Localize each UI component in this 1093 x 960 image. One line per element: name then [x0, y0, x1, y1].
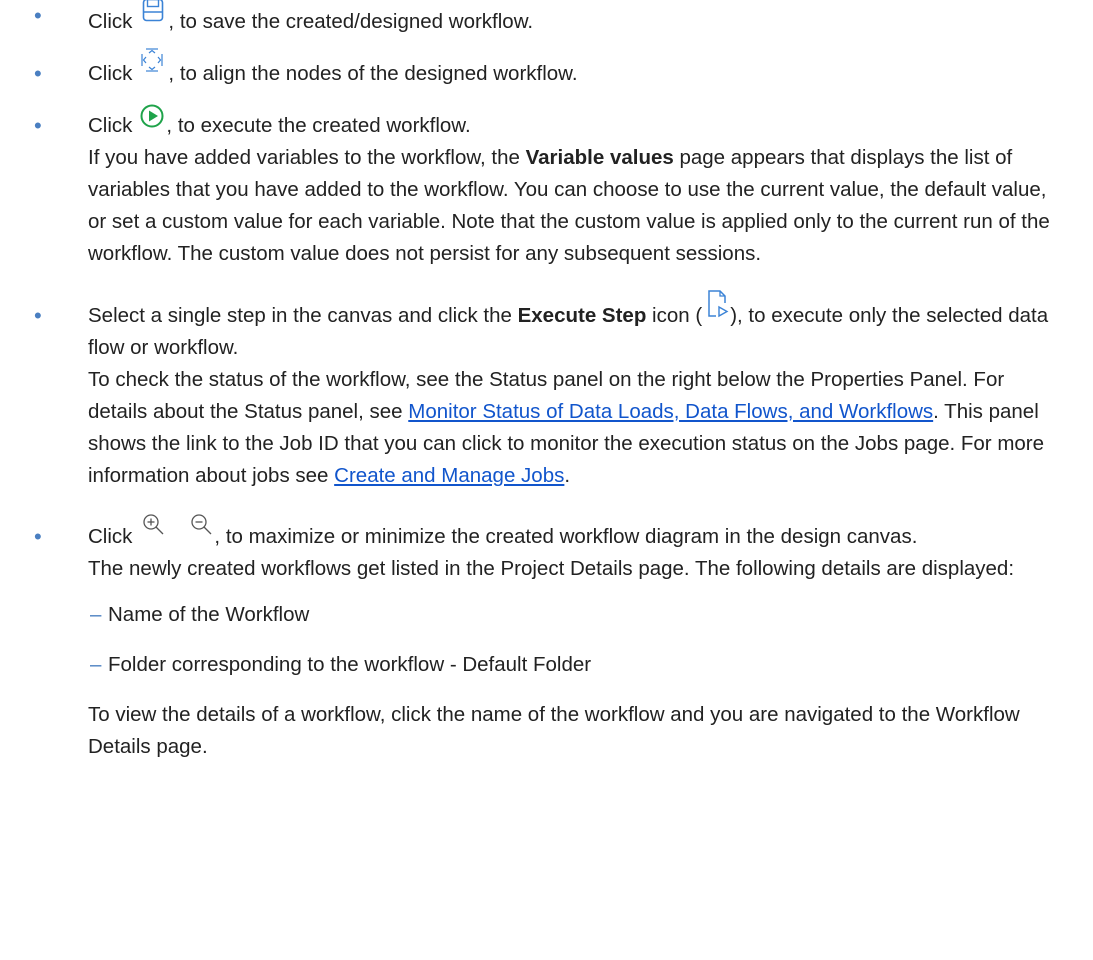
save-icon [142, 0, 164, 22]
sub-list: – Name of the Workflow – Folder correspo… [0, 599, 1093, 681]
bullet: • [34, 303, 42, 328]
list-item-execute-step: • Select a single step in the canvas and… [0, 289, 1093, 492]
execute-icon [140, 104, 164, 128]
list-item-zoom: • Click , to maximize or minimize the cr… [0, 513, 1093, 585]
bullet: • [34, 3, 42, 28]
bullet: • [34, 524, 42, 549]
create-manage-jobs-link[interactable]: Create and Manage Jobs [334, 464, 564, 487]
item-description: To check the status of the workflow, see… [88, 368, 1045, 487]
variable-values-label: Variable values [525, 146, 674, 169]
zoom-in-icon [142, 513, 166, 537]
sub-list-item: – Name of the Workflow [0, 599, 1093, 631]
execute-step-label: Execute Step [517, 304, 647, 327]
closing-paragraph: To view the details of a workflow, click… [88, 703, 1020, 758]
align-nodes-icon [140, 47, 164, 73]
item-text-pre: Select a single step in the canvas and c… [88, 304, 518, 327]
item-text-pre: Click [88, 525, 133, 548]
document-body: • Click , to save the created/designed w… [0, 0, 1093, 763]
item-description: The newly created workflows get listed i… [88, 557, 1015, 580]
item-text-pre: Click [88, 10, 133, 33]
bullet: • [34, 113, 42, 138]
item-text-post: , to save the created/designed workflow. [168, 10, 534, 33]
sub-list-item: – Folder corresponding to the workflow -… [0, 649, 1093, 681]
item-text-post: , to maximize or minimize the created wo… [214, 525, 918, 548]
item-text-pre: Click [88, 114, 133, 137]
item-text-pre: Click [88, 62, 133, 85]
bullet: • [34, 61, 42, 86]
monitor-status-link[interactable]: Monitor Status of Data Loads, Data Flows… [408, 400, 933, 423]
list-item-save: • Click , to save the created/designed w… [0, 0, 1093, 38]
zoom-out-icon [190, 513, 214, 537]
dash-bullet: – [90, 653, 102, 676]
list-item-align: • Click , to align the nodes of the desi… [0, 47, 1093, 90]
item-description: If you have added variables to the workf… [88, 146, 1050, 265]
dash-bullet: – [90, 603, 102, 626]
execute-step-icon [706, 289, 730, 319]
item-text-post: , to align the nodes of the designed wor… [168, 62, 578, 85]
item-text-post: , to execute the created workflow. [166, 114, 471, 137]
list-item-execute: • Click , to execute the created workflo… [0, 104, 1093, 270]
